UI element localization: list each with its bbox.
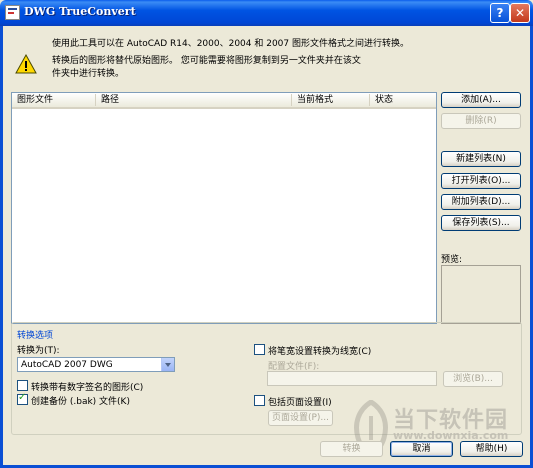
convert-signed-checkbox[interactable] <box>17 380 28 391</box>
help-button[interactable]: 帮助(H) <box>460 441 523 457</box>
lineweight-label[interactable]: 将笔宽设置转换为线宽(C) <box>268 344 371 357</box>
new-list-button[interactable]: 新建列表(N) <box>441 151 521 167</box>
chevron-down-icon[interactable] <box>161 358 174 371</box>
preview-pane <box>441 265 521 324</box>
warning-text-line-1: 转换后的图形将替代原始图形。 您可能需要将图形复制到另一文件夹并在该文 <box>52 56 361 66</box>
column-header-status[interactable]: 状态 <box>370 94 436 106</box>
window-title: DWG TrueConvert <box>24 5 136 18</box>
app-icon <box>5 5 20 20</box>
add-button[interactable]: 添加(A)... <box>441 92 521 108</box>
conversion-options-title: 转换选项 <box>17 331 54 341</box>
column-header-format[interactable]: 当前格式 <box>292 94 370 106</box>
convert-button[interactable]: 转换 <box>320 441 383 457</box>
help-title-button[interactable]: ? <box>490 3 510 23</box>
create-backup-checkbox[interactable] <box>17 392 28 405</box>
create-backup-label[interactable]: 创建备份 (.bak) 文件(K) <box>31 394 130 407</box>
file-list-header: 图形文件 路径 当前格式 状态 <box>12 93 436 109</box>
close-button[interactable]: ✕ <box>510 3 530 23</box>
browse-button[interactable]: 浏览(B)... <box>443 371 503 387</box>
column-header-file[interactable]: 图形文件 <box>12 94 96 106</box>
preview-label: 预览: <box>441 255 463 265</box>
cancel-button[interactable]: 取消 <box>390 441 453 457</box>
lineweight-checkbox[interactable] <box>254 344 265 355</box>
convert-to-label: 转换为(T): <box>17 346 60 356</box>
append-list-button[interactable]: 附加列表(D)... <box>441 194 521 210</box>
convert-to-value: AutoCAD 2007 DWG <box>21 360 113 370</box>
open-list-button[interactable]: 打开列表(O)... <box>441 173 521 189</box>
warning-text: 转换后的图形将替代原始图形。 您可能需要将图形复制到另一文件夹并在该文 件夹中进… <box>52 55 361 81</box>
column-header-path[interactable]: 路径 <box>96 94 292 106</box>
page-setup-button[interactable]: 页面设置(P)... <box>268 410 333 426</box>
warning-icon <box>15 54 37 74</box>
convert-signed-label[interactable]: 转换带有数字签名的图形(C) <box>31 380 143 393</box>
window-frame-left <box>0 26 3 468</box>
warning-text-line-2: 件夹中进行转换。 <box>52 69 125 79</box>
intro-text: 使用此工具可以在 AutoCAD R14、2000、2004 和 2007 图形… <box>52 39 409 49</box>
convert-to-select[interactable]: AutoCAD 2007 DWG <box>17 357 175 372</box>
page-setup-checkbox[interactable] <box>254 395 265 406</box>
file-list[interactable]: 图形文件 路径 当前格式 状态 <box>11 92 437 324</box>
config-file-input[interactable] <box>267 371 437 386</box>
title-bar[interactable]: DWG TrueConvert ? ✕ <box>0 0 533 26</box>
page-setup-label[interactable]: 包括页面设置(I) <box>268 395 332 408</box>
save-list-button[interactable]: 保存列表(S)... <box>441 215 521 231</box>
remove-button[interactable]: 删除(R) <box>441 113 521 129</box>
